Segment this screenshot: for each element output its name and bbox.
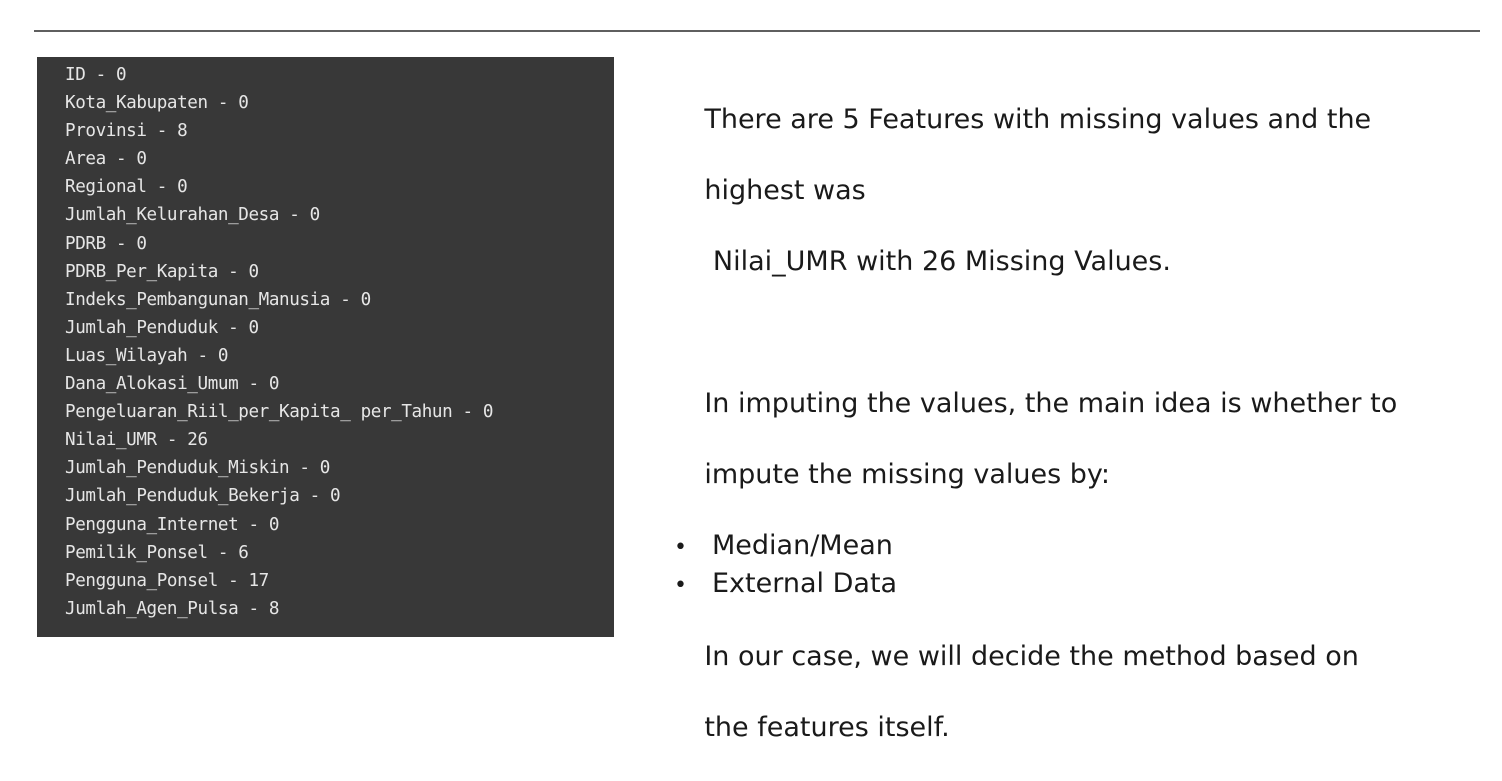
- summary-text: There are 5 Features with missing values…: [670, 66, 1470, 315]
- output-line: Jumlah_Agen_Pulsa - 8: [65, 598, 280, 619]
- imputation-line: impute the missing values by:: [704, 459, 1110, 490]
- output-line: Pemilik_Ponsel - 6: [65, 542, 249, 563]
- summary-line: highest was: [704, 174, 866, 206]
- output-line: Pengguna_Ponsel - 17: [65, 570, 269, 591]
- output-line: Pengeluaran_Riil_per_Kapita_ per_Tahun -…: [65, 402, 494, 423]
- output-line: Jumlah_Penduduk_Bekerja - 0: [65, 486, 341, 507]
- summary-line: There are 5 Features with missing values…: [704, 103, 1372, 135]
- imputation-text: In imputing the values, the main idea is…: [670, 351, 1470, 529]
- list-item: • External Data: [670, 566, 1470, 604]
- analysis-notes: There are 5 Features with missing values…: [670, 66, 1470, 781]
- output-line: Jumlah_Penduduk - 0: [65, 317, 259, 338]
- output-line: Luas_Wilayah - 0: [65, 345, 229, 366]
- list-item: • Median/Mean: [670, 528, 1470, 566]
- top-divider: [34, 30, 1480, 32]
- output-line: PDRB_Per_Kapita - 0: [65, 261, 259, 282]
- output-line: Pengguna_Internet - 0: [65, 514, 280, 535]
- conclusion-text: In our case, we will decide the method b…: [670, 603, 1470, 781]
- output-line: Provinsi - 8: [65, 121, 188, 142]
- conclusion-line: the features itself.: [704, 711, 950, 743]
- output-line: ID - 0: [65, 65, 127, 85]
- output-line: Dana_Alokasi_Umum - 0: [65, 374, 280, 395]
- output-line: PDRB - 0: [65, 233, 147, 254]
- output-line: Jumlah_Kelurahan_Desa - 0: [65, 205, 320, 226]
- option-label: External Data: [712, 567, 898, 599]
- missing-values-output: ID - 0 Kota_Kabupaten - 0 Provinsi - 8 A…: [37, 57, 614, 637]
- output-line: Area - 0: [65, 149, 147, 170]
- bullet-icon: •: [674, 572, 687, 598]
- conclusion-line: In our case, we will decide the method b…: [704, 640, 1359, 672]
- imputation-options: • Median/Mean • External Data: [670, 528, 1470, 603]
- imputation-line: In imputing the values, the main idea is…: [704, 388, 1398, 419]
- summary-line: Nilai_UMR with 26 Missing Values.: [704, 245, 1171, 277]
- option-label: Median/Mean: [712, 530, 893, 561]
- output-line: Indeks_Pembangunan_Manusia - 0: [65, 289, 371, 310]
- output-line: Kota_Kabupaten - 0: [65, 93, 249, 114]
- output-line: Nilai_UMR - 26: [65, 430, 208, 451]
- output-line: Jumlah_Penduduk_Miskin - 0: [65, 458, 331, 479]
- bullet-icon: •: [674, 535, 687, 560]
- output-line: Regional - 0: [65, 177, 188, 198]
